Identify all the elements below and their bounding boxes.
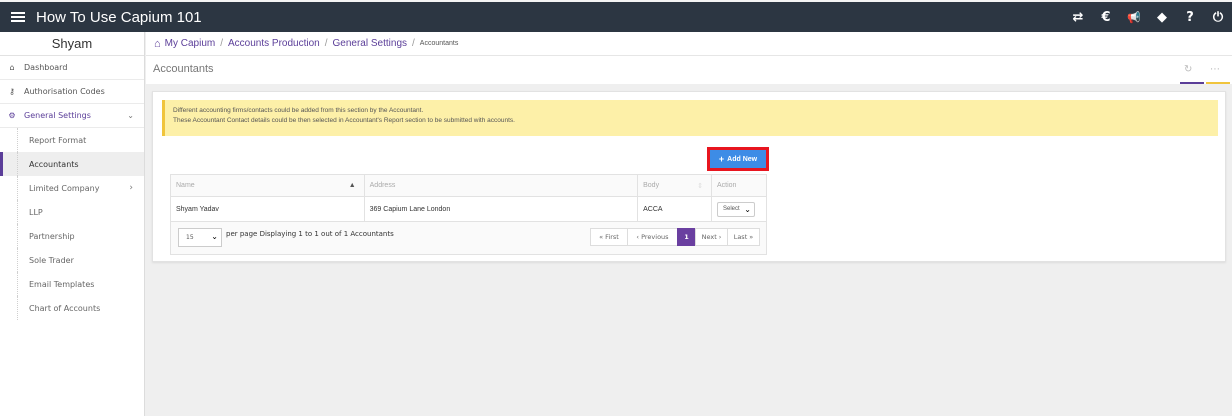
sidebar-subitem-accountants[interactable]: Accountants [0, 152, 144, 176]
pager: « First ‹ Previous 1 Next › Last » [590, 228, 760, 246]
sidebar-subitem-llp[interactable]: LLP [0, 200, 144, 224]
alert-line-2: These Accountant Contact details could b… [173, 117, 515, 124]
per-page-select[interactable]: 15 ⌄ [178, 228, 222, 247]
sidebar: Shyam ⌂ Dashboard ⚷ Authorisation Codes … [0, 32, 145, 416]
next-page-button[interactable]: Next › [695, 228, 728, 246]
more-underline [1206, 82, 1230, 84]
alert-line-1: Different accounting firms/contacts coul… [173, 107, 424, 114]
chevron-down-icon: ⌄ [127, 111, 134, 120]
top-bar: How To Use Capium 101 ⇄ € 📢 ◆ ? ⏻ [0, 0, 1232, 32]
sidebar-subitem-chart-of-accounts[interactable]: Chart of Accounts [0, 296, 144, 320]
previous-page-button[interactable]: ‹ Previous [627, 228, 678, 246]
add-new-highlight: + Add New [707, 147, 769, 171]
capium-logo-icon[interactable]: € [1092, 10, 1120, 25]
sidebar-subitem-label: Email Templates [29, 279, 95, 289]
switch-arrows-icon[interactable]: ⇄ [1064, 10, 1092, 25]
column-header-label: Body [643, 182, 660, 189]
content-panel: Different accounting firms/contacts coul… [152, 91, 1226, 262]
info-alert: Different accounting firms/contacts coul… [162, 100, 1218, 136]
add-new-button[interactable]: + Add New [710, 150, 766, 168]
announcement-icon[interactable]: 📢 [1120, 11, 1148, 24]
column-header-action: Action [711, 174, 767, 197]
pagination-summary: Displaying 1 to 1 out of 1 Accountants [259, 230, 394, 238]
sidebar-subitem-email-templates[interactable]: Email Templates [0, 272, 144, 296]
sidebar-subitem-report-format[interactable]: Report Format [0, 128, 144, 152]
chevron-down-icon: ⌄ [744, 204, 751, 214]
top-icons: ⇄ € 📢 ◆ ? ⏻ [1064, 2, 1232, 32]
sidebar-item-label: Authorisation Codes [24, 87, 105, 96]
sidebar-subitem-label: Report Format [29, 135, 87, 145]
key-icon: ⚷ [9, 87, 15, 96]
first-page-button[interactable]: « First [590, 228, 628, 246]
breadcrumb-current: Accountants [419, 40, 459, 47]
sidebar-item-general-settings[interactable]: ⚙ General Settings ⌄ [0, 104, 144, 128]
hamburger-menu-icon[interactable] [11, 12, 25, 22]
cell-address: 369 Capium Lane London [363, 196, 639, 222]
breadcrumb: ⌂ My Capium / Accounts Production / Gene… [146, 32, 1232, 55]
sidebar-subitem-label: Limited Company [29, 183, 100, 193]
column-header-body[interactable]: Body ⇕ [637, 174, 712, 197]
sidebar-subitem-partnership[interactable]: Partnership [0, 224, 144, 248]
per-page-label: per page [226, 230, 258, 238]
sidebar-subitem-sole-trader[interactable]: Sole Trader [0, 248, 144, 272]
sidebar-item-authorisation-codes[interactable]: ⚷ Authorisation Codes [0, 80, 144, 104]
sidebar-subitem-label: LLP [29, 207, 43, 217]
help-icon[interactable]: ? [1176, 10, 1204, 25]
home-icon[interactable]: ⌂ [154, 38, 161, 50]
column-header-address[interactable]: Address [363, 174, 639, 197]
sidebar-subitem-label: Sole Trader [29, 255, 74, 265]
sidebar-subitem-label: Partnership [29, 231, 75, 241]
cell-body: ACCA [637, 196, 712, 222]
chevron-down-icon: ⌄ [211, 232, 218, 241]
last-page-button[interactable]: Last » [727, 228, 760, 246]
refresh-underline [1180, 82, 1204, 84]
user-name: Shyam [0, 32, 144, 56]
sidebar-subitem-label: Chart of Accounts [29, 303, 101, 313]
column-header-label: Name [176, 182, 195, 189]
column-header-label: Action [717, 182, 737, 189]
sidebar-subitem-limited-company[interactable]: Limited Company › [0, 176, 144, 200]
column-header-label: Address [369, 182, 396, 189]
column-header-name[interactable]: Name ▲ [170, 174, 365, 197]
refresh-icon[interactable]: ↻ [1184, 64, 1192, 75]
home-icon: ⌂ [9, 63, 15, 72]
page-title: Accountants [153, 63, 214, 75]
more-icon[interactable]: ⋯ [1210, 64, 1220, 75]
table-row: Shyam Yadav 369 Capium Lane London ACCA … [170, 196, 767, 222]
power-icon[interactable]: ⏻ [1204, 10, 1232, 25]
sidebar-item-label: Dashboard [24, 63, 68, 72]
breadcrumb-my-capium[interactable]: My Capium [165, 38, 216, 49]
cogs-icon: ⚙ [8, 111, 16, 120]
cell-action: Select ⌄ [711, 196, 767, 222]
app-title: How To Use Capium 101 [36, 8, 202, 26]
per-page-text: per page Displaying 1 to 1 out of 1 Acco… [226, 230, 394, 238]
page-1-button[interactable]: 1 [677, 228, 696, 246]
breadcrumb-separator: / [412, 38, 415, 49]
tag-icon[interactable]: ◆ [1148, 10, 1176, 25]
breadcrumb-separator: / [324, 38, 328, 49]
action-select[interactable]: Select ⌄ [717, 201, 755, 217]
sort-icon: ⇕ [697, 183, 703, 190]
sidebar-item-label: General Settings [24, 111, 91, 120]
sidebar-item-dashboard[interactable]: ⌂ Dashboard [0, 56, 144, 80]
sidebar-subitem-label: Accountants [29, 159, 79, 169]
add-new-label: Add New [727, 155, 758, 163]
chevron-right-icon: › [129, 183, 133, 193]
page-title-bar: Accountants ↻ ⋯ [146, 55, 1232, 84]
breadcrumb-general-settings[interactable]: General Settings [333, 38, 408, 49]
plus-icon: + [718, 154, 725, 164]
per-page-value: 15 [186, 234, 194, 241]
cell-name: Shyam Yadav [170, 196, 365, 222]
breadcrumb-separator: / [220, 38, 224, 49]
breadcrumb-accounts-production[interactable]: Accounts Production [228, 38, 320, 49]
action-select-value: Select [723, 206, 740, 212]
pagination-bar: 15 ⌄ per page Displaying 1 to 1 out of 1… [170, 222, 767, 255]
accountants-table: Name ▲ Address Body ⇕ Action Shyam Yadav… [170, 174, 767, 222]
sort-asc-icon: ▲ [348, 182, 356, 189]
